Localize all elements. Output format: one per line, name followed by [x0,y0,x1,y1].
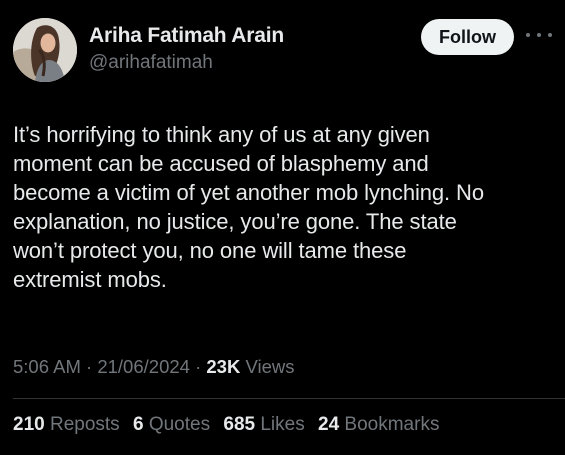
engagement-stats: 210 Reposts 6 Quotes 685 Likes 24 Bookma… [13,414,439,436]
tweet-text-line: moment can be accused of blasphemy and [13,151,429,176]
quotes-stat[interactable]: 6 Quotes [133,414,210,435]
views-label: Views [245,356,295,377]
tweet-text-line: It’s horrifying to think any of us at an… [13,122,430,147]
author-handle[interactable]: @arihafatimah [89,52,213,74]
more-horizontal-icon[interactable] [526,28,552,42]
tweet-text-line: explanation, no justice, you’re gone. Th… [13,209,457,234]
avatar[interactable] [13,18,77,82]
likes-label: Likes [260,414,305,435]
likes-stat[interactable]: 685 Likes [223,414,304,435]
bookmarks-label: Bookmarks [344,414,440,435]
author-name[interactable]: Ariha Fatimah Arain [89,24,284,48]
tweet: Ariha Fatimah Arain @arihafatimah Follow… [0,0,565,455]
tweet-meta: 5:06 AM · 21/06/2024 · 23K Views [13,356,295,378]
avatar-photo [13,18,77,82]
tweet-text-line: extremist mobs. [13,267,167,292]
tweet-text: It’s horrifying to think any of us at an… [13,120,558,294]
tweet-text-line: won’t protect you, no one will tame thes… [13,238,407,263]
reposts-stat[interactable]: 210 Reposts [13,414,120,435]
reposts-label: Reposts [49,414,120,435]
separator: · [195,356,207,377]
bookmarks-count: 24 [318,414,340,435]
tweet-date[interactable]: 21/06/2024 [97,356,190,377]
more-dot [526,33,530,37]
follow-button[interactable]: Follow [421,19,514,55]
bookmarks-stat[interactable]: 24 Bookmarks [318,414,439,435]
divider [13,398,565,399]
tweet-time[interactable]: 5:06 AM [13,356,81,377]
separator: · [86,356,98,377]
quotes-label: Quotes [148,414,211,435]
reposts-count: 210 [13,414,45,435]
views-count: 23K [206,356,241,377]
more-dot [537,33,541,37]
quotes-count: 6 [132,414,144,435]
tweet-text-line: become a victim of yet another mob lynch… [13,180,484,205]
more-dot [548,33,552,37]
likes-count: 685 [223,414,256,435]
